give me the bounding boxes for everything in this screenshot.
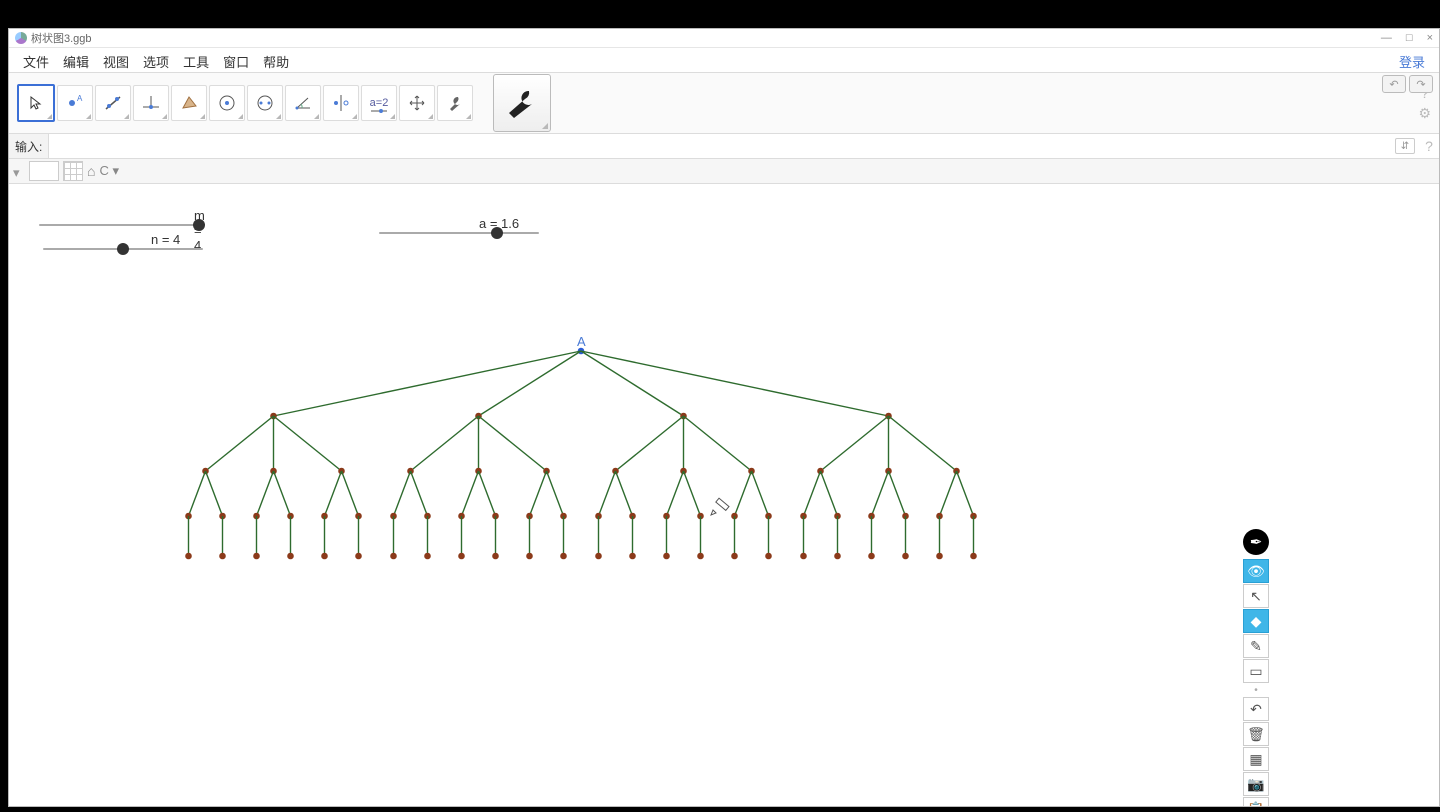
window-title: 树状图3.ggb	[31, 30, 92, 46]
polygon-icon	[179, 93, 199, 113]
ellipse-tool[interactable]	[247, 85, 283, 121]
minimize-button[interactable]: —	[1381, 32, 1392, 44]
view-bar: ▾ ⌂ C ▾	[9, 159, 1439, 184]
move-view-tool[interactable]	[399, 85, 435, 121]
login-link[interactable]: 登录	[1393, 50, 1431, 73]
eraser-button[interactable]: ▭	[1243, 659, 1269, 683]
command-input[interactable]	[49, 134, 1395, 158]
pan-icon	[407, 93, 427, 113]
highlighter-button[interactable]: ◆	[1243, 609, 1269, 633]
point-tool[interactable]: A	[57, 85, 93, 121]
menu-edit[interactable]: 编辑	[57, 50, 95, 73]
annotation-palette: ✒ 👁 ↖ ◆ ✎ ▭ • ↶ 🗑 ▦ 📷 📋	[1243, 529, 1269, 806]
menu-options[interactable]: 选项	[137, 50, 175, 73]
menu-bar: 文件 编辑 视图 选项 工具 窗口 帮助 登录	[9, 48, 1439, 72]
point-icon: A	[65, 93, 85, 113]
axes-toggle[interactable]	[29, 161, 59, 181]
circle-center-tool[interactable]	[209, 85, 245, 121]
line-tool[interactable]	[95, 85, 131, 121]
menu-file[interactable]: 文件	[17, 50, 55, 73]
cursor-arrow-icon	[28, 95, 44, 111]
reflect-icon	[331, 93, 351, 113]
input-history-button[interactable]: ⇵	[1395, 138, 1415, 154]
palette-clipboard-button[interactable]: 📋	[1243, 797, 1269, 806]
title-bar: 树状图3.ggb — □ ×	[9, 29, 1439, 48]
svg-text:A: A	[77, 94, 83, 103]
slider-line-icon	[369, 107, 389, 115]
redo-button[interactable]: ↷	[1409, 75, 1433, 93]
ellipse-icon	[255, 93, 275, 113]
reflect-tool[interactable]	[323, 85, 359, 121]
grid-toggle[interactable]	[63, 161, 83, 181]
perpendicular-tool[interactable]	[133, 85, 169, 121]
pencil-cursor-icon	[709, 496, 733, 520]
menu-view[interactable]: 视图	[97, 50, 135, 73]
pencil-button[interactable]: ✎	[1243, 634, 1269, 658]
perpendicular-icon	[141, 93, 161, 113]
point-capture-dropdown[interactable]: C ▾	[99, 163, 119, 179]
maximize-button[interactable]: □	[1406, 32, 1413, 44]
undo-button[interactable]: ↶	[1382, 75, 1406, 93]
window-controls: — □ ×	[1381, 32, 1433, 44]
angle-tool[interactable]	[285, 85, 321, 121]
pen-mode-button[interactable]: ✒	[1243, 529, 1269, 555]
show-toggle-button[interactable]: 👁	[1243, 559, 1269, 583]
palette-trash-button[interactable]: 🗑	[1243, 722, 1269, 746]
move-tool[interactable]	[17, 84, 55, 122]
palette-camera-button[interactable]: 📷	[1243, 772, 1269, 796]
view-drop-icon[interactable]: ▾	[13, 165, 25, 177]
input-bar: 输入: ⇵ ?	[9, 134, 1439, 159]
dot-sep: •	[1244, 684, 1268, 696]
wrench-icon	[503, 84, 541, 122]
gear-icon[interactable]: ⚙	[1418, 105, 1431, 122]
input-label: 输入:	[9, 134, 49, 158]
wrench-small-icon	[445, 93, 465, 113]
palette-board-button[interactable]: ▦	[1243, 747, 1269, 771]
menu-help[interactable]: 帮助	[257, 50, 295, 73]
graphics-view[interactable]: m = 4 n = 4 a = 1.6 A	[9, 184, 1439, 806]
slider-tool[interactable]: a=2	[361, 85, 397, 121]
settings-tool[interactable]	[437, 85, 473, 121]
main-toolbar: A a=2	[9, 72, 1439, 134]
menu-window[interactable]: 窗口	[217, 50, 255, 73]
input-help-icon[interactable]: ?	[1419, 138, 1439, 154]
undo-redo-row: ↶ ↷	[1382, 75, 1433, 93]
polygon-tool[interactable]	[171, 85, 207, 121]
line-icon	[103, 93, 123, 113]
palette-undo-button[interactable]: ↶	[1243, 697, 1269, 721]
tree-diagram	[9, 184, 1209, 804]
pointer-mode-button[interactable]: ↖	[1243, 584, 1269, 608]
app-logo-icon	[15, 32, 27, 44]
circle-icon	[217, 93, 237, 113]
home-view-button[interactable]: ⌂	[87, 163, 95, 179]
angle-icon	[293, 93, 313, 113]
menu-tools[interactable]: 工具	[177, 50, 215, 73]
active-big-tool[interactable]	[493, 74, 551, 132]
close-button[interactable]: ×	[1427, 32, 1433, 44]
